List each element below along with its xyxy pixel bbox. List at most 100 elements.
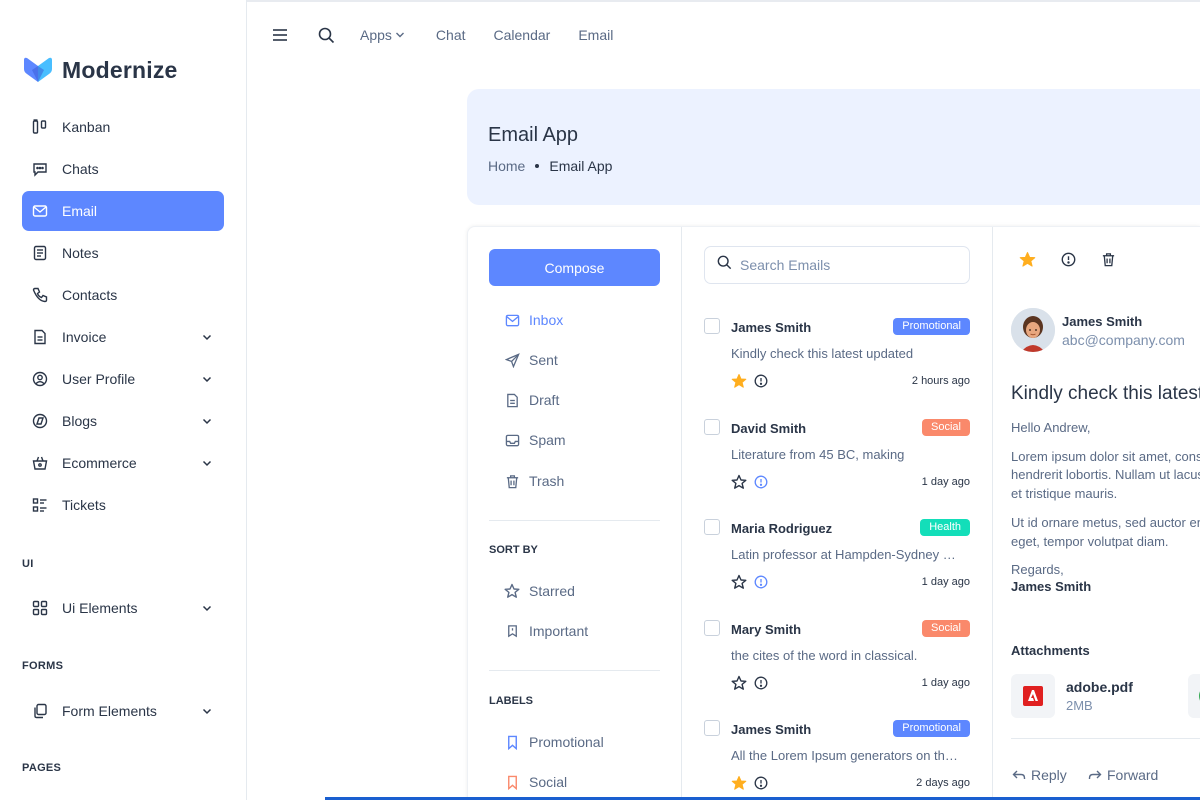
folder-sent[interactable]: Sent [504,350,558,370]
brand-logo[interactable]: Modernize [22,56,178,84]
email-label-badge: Social [922,419,970,436]
email-time: 1 day ago [921,576,970,588]
email-checkbox[interactable] [704,519,720,535]
email-app-card: Compose Inbox Sent Draft Spam Trash SORT… [467,226,1200,800]
sidebar-item-kanban[interactable]: Kanban [22,107,224,147]
star-icon[interactable] [731,675,747,691]
topnav-chat[interactable]: Chat [436,27,466,43]
label-text: Social [529,774,568,790]
topnav-calendar[interactable]: Calendar [494,27,551,43]
folder-label: Inbox [529,312,564,328]
email-checkbox[interactable] [704,318,720,334]
top-bar: Apps Chat Calendar Email [270,20,613,50]
sidebar-item-contacts[interactable]: Contacts [22,275,224,315]
sidebar: Modernize Kanban Chats Email Notes Conta… [0,0,247,800]
chevron-down-icon [200,704,214,718]
folder-trash[interactable]: Trash [504,471,564,491]
phone-icon [32,287,48,303]
chevron-down-icon [200,456,214,470]
alert-circle-icon[interactable] [754,575,768,589]
folder-spam[interactable]: Spam [504,430,566,450]
email-time: 2 days ago [916,777,970,789]
search-icon[interactable] [316,25,336,45]
topnav-apps[interactable]: Apps [360,27,406,43]
alert-circle-icon[interactable] [1059,250,1077,268]
topnav-email[interactable]: Email [578,27,613,43]
attachment-name[interactable]: adobe.pdf [1066,679,1133,695]
sidebar-item-label: Email [62,203,98,219]
alert-circle-icon[interactable] [754,676,768,690]
compose-button[interactable]: Compose [489,249,660,286]
breadcrumb-home[interactable]: Home [488,158,525,174]
search-input[interactable] [740,257,940,273]
trash-icon [504,473,520,489]
topnav-apps-label: Apps [360,27,392,43]
sidebar-item-ecommerce[interactable]: Ecommerce [22,443,224,483]
email-list-item[interactable]: Maria Rodriguez Health Latin professor a… [704,519,970,609]
chevron-down-icon [200,414,214,428]
folder-label: Draft [529,392,560,408]
sidebar-item-chats[interactable]: Chats [22,149,224,189]
message-subject: Kindly check this latest updated [1011,383,1200,404]
reply-icon [1011,767,1027,783]
folder-panel: Compose Inbox Sent Draft Spam Trash SORT… [468,227,682,800]
folder-inbox[interactable]: Inbox [504,310,563,330]
label-social[interactable]: Social [504,772,567,792]
folder-draft[interactable]: Draft [504,390,559,410]
breadcrumb: Home Email App [488,158,612,174]
filter-important[interactable]: Important [504,621,588,641]
file-icon [504,392,520,408]
email-detail-panel: James Smith abc@company.com Kindly check… [993,227,1200,800]
copy-icon [32,703,48,719]
star-icon[interactable] [731,474,747,490]
reply-label: Reply [1031,767,1067,783]
message-divider [1011,738,1200,739]
email-list-item[interactable]: David Smith Social Literature from 45 BC… [704,419,970,509]
sidebar-item-user-profile[interactable]: User Profile [22,359,224,399]
email-label-badge: Promotional [893,720,970,737]
sidebar-item-ui-elements[interactable]: Ui Elements [22,588,224,628]
sidebar-item-label: Kanban [62,119,111,135]
trash-icon[interactable] [1099,250,1117,268]
hamburger-menu-icon[interactable] [270,25,290,45]
reply-button[interactable]: Reply [1011,767,1067,783]
sidebar-item-notes[interactable]: Notes [22,233,224,273]
star-icon[interactable] [731,574,747,590]
filter-label: Starred [529,583,575,599]
label-promotional[interactable]: Promotional [504,732,604,752]
star-filled-icon[interactable] [731,373,747,389]
section-label-ui: UI [22,558,34,570]
alert-circle-icon[interactable] [754,374,768,388]
forward-button[interactable]: Forward [1087,767,1158,783]
email-list-item[interactable]: James Smith Promotional All the Lorem Ip… [704,720,970,800]
email-checkbox[interactable] [704,419,720,435]
message-body-line: et tristique mauris. [1011,486,1118,501]
sidebar-item-label: Tickets [62,497,106,513]
alert-circle-icon[interactable] [754,776,768,790]
attachment-size: 2MB [1066,698,1093,713]
email-checkbox[interactable] [704,620,720,636]
pdf-file-icon[interactable] [1011,674,1055,718]
star-filled-icon[interactable] [1018,250,1036,268]
alert-circle-icon[interactable] [754,475,768,489]
grid-icon [32,600,48,616]
search-box [704,246,970,284]
email-list-panel: James Smith Promotional Kindly check thi… [682,227,993,800]
invoice-icon [32,329,48,345]
email-subject: Literature from 45 BC, making [731,447,905,462]
sidebar-item-label: User Profile [62,371,136,387]
email-checkbox[interactable] [704,720,720,736]
star-filled-icon[interactable] [731,775,747,791]
sidebar-item-tickets[interactable]: Tickets [22,485,224,525]
sidebar-nav: Kanban Chats Email Notes Contacts Invoic… [22,107,224,527]
sidebar-item-email[interactable]: Email [22,191,224,231]
chrome-file-icon[interactable] [1188,674,1200,718]
email-list-item[interactable]: James Smith Promotional Kindly check thi… [704,318,970,408]
sidebar-item-form-elements[interactable]: Form Elements [22,691,224,731]
email-subject: Latin professor at Hampden-Sydney Colleg… [731,547,965,562]
email-list-item[interactable]: Mary Smith Social the cites of the word … [704,620,970,710]
sidebar-item-invoice[interactable]: Invoice [22,317,224,357]
message-body-line: Lorem ipsum dolor sit amet, consectetur [1011,449,1200,464]
sidebar-item-blogs[interactable]: Blogs [22,401,224,441]
filter-starred[interactable]: Starred [504,581,575,601]
